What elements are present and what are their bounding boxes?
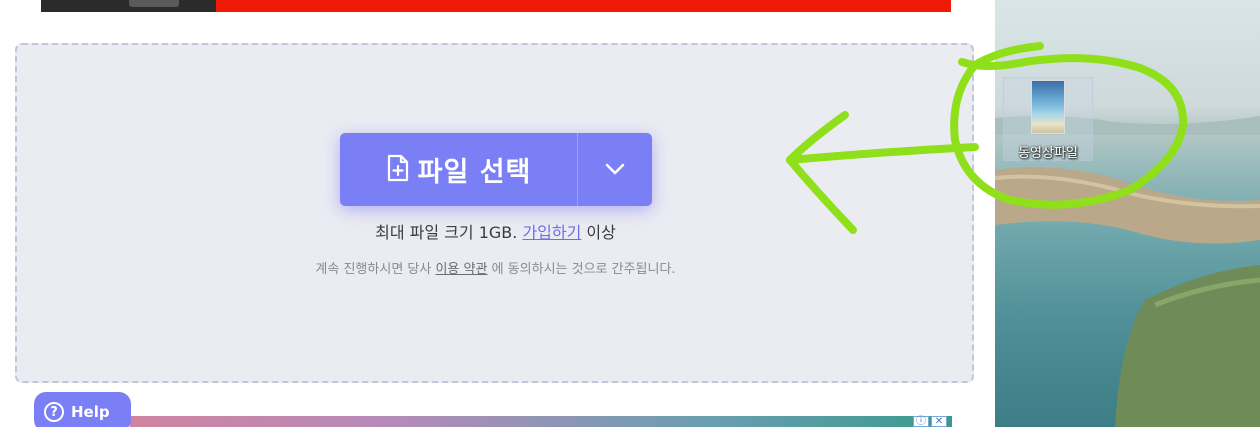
ad-controls: ⓘ ✕ — [913, 416, 949, 427]
help-button[interactable]: ? Help — [34, 392, 131, 427]
ad-info-icon[interactable]: ⓘ — [913, 416, 929, 427]
banner-thumbnail — [41, 0, 216, 12]
ad-close-icon[interactable]: ✕ — [931, 416, 947, 427]
help-label: Help — [71, 403, 110, 421]
terms-prefix-text: 계속 진행하시면 당사 — [315, 262, 432, 277]
terms-notice: 계속 진행하시면 당사 이용 약관 에 동의하시는 것으로 간주됩니다. — [0, 258, 991, 277]
wallpaper-scene — [995, 115, 1260, 427]
bottom-banner-ad[interactable] — [130, 416, 952, 427]
chevron-down-icon — [605, 160, 625, 179]
upload-drop-zone[interactable] — [15, 43, 974, 383]
choose-file-label: 파일 선택 — [417, 157, 532, 188]
size-limit-text: 최대 파일 크기 1GB. — [375, 223, 518, 242]
terms-suffix-text: 에 동의하시는 것으로 간주됩니다. — [491, 262, 676, 277]
desktop-file-icon[interactable]: 동영상파일 — [1003, 77, 1093, 161]
choose-file-button[interactable]: 파일 선택 — [340, 133, 577, 206]
signup-link[interactable]: 가입하기 — [522, 223, 581, 242]
file-add-icon — [386, 154, 410, 186]
help-question-icon: ? — [44, 402, 64, 422]
choose-file-button-group[interactable]: 파일 선택 — [340, 133, 652, 206]
max-file-size-text: 최대 파일 크기 1GB. 가입하기 이상 — [0, 219, 991, 243]
desktop-wallpaper — [995, 0, 1260, 427]
video-thumbnail-icon — [1031, 80, 1065, 134]
upload-source-dropdown[interactable] — [578, 133, 652, 206]
desktop-file-label: 동영상파일 — [1018, 146, 1078, 161]
size-suffix-text: 이상 — [586, 223, 616, 242]
browser-content: 파일 선택 최대 파일 크기 1GB. 가입하기 이상 계속 진행하시면 당사 … — [0, 0, 995, 427]
terms-of-use-link[interactable]: 이용 약관 — [435, 262, 487, 277]
